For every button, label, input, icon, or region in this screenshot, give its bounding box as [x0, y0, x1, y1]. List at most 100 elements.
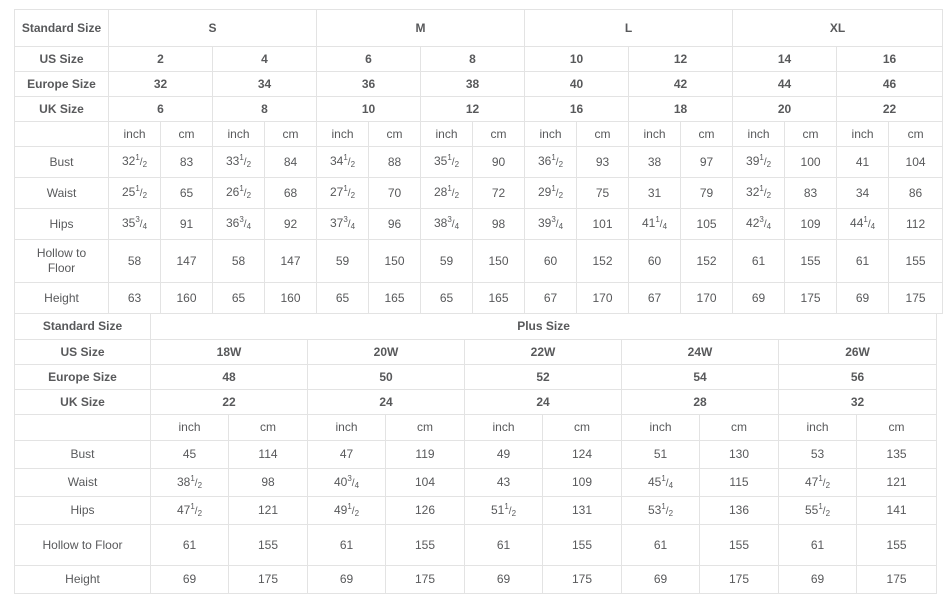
measurement-value-cm: 155 [784, 239, 838, 283]
measurement-label: Hips [14, 208, 109, 240]
europe-size-cell: 38 [420, 71, 526, 97]
measurement-value-inch: 58 [108, 239, 161, 283]
measurement-value-inch: 383/4 [420, 208, 474, 240]
us-size-cell: 12 [628, 46, 734, 72]
measurement-value-cm: 90 [472, 146, 526, 178]
plus-unit-label: inch [307, 414, 386, 441]
measurement-value-inch: 281/2 [420, 177, 474, 209]
measurement-value-inch: 451/4 [621, 468, 700, 497]
plus-unit-label: cm [699, 414, 779, 441]
measurement-label: Hollow to Floor [14, 524, 151, 566]
measurement-row: Hollow to Floor 61 155 61 155 61 155 61 155 61 155 [14, 524, 938, 566]
measurement-value-inch: 373/4 [316, 208, 370, 240]
measurement-value-cm: 98 [472, 208, 526, 240]
row-header-standard-size-plus: Standard Size [14, 313, 151, 340]
measurement-value-cm: 147 [263, 239, 318, 283]
plus-unit-label: inch [150, 414, 229, 441]
plus-us-size-cell: 22W [464, 339, 622, 365]
us-size-row: US Size 2 4 6 8 10 12 14 16 [14, 46, 944, 72]
measurement-value-cm: 152 [680, 239, 734, 283]
measurement-value-inch: 361/2 [524, 146, 578, 178]
plus-unit-row-blank [14, 414, 151, 441]
measurement-value-inch: 38 [628, 146, 682, 178]
plus-uk-size-cell: 24 [307, 389, 465, 415]
measurement-value-inch: 43 [464, 468, 543, 497]
measurement-value-cm: 96 [368, 208, 422, 240]
us-size-cell: 2 [108, 46, 213, 72]
measurement-value-cm: 88 [368, 146, 422, 178]
measurement-value-cm: 165 [472, 282, 526, 314]
plus-unit-label: cm [385, 414, 465, 441]
measurement-row: Waist 381/2 98 403/4 104 43 109 451/4 115 471/2 12… [14, 468, 938, 497]
measurement-value-inch: 65 [212, 282, 265, 314]
europe-size-cell: 34 [211, 71, 318, 97]
measurement-value-inch: 341/2 [316, 146, 370, 178]
measurement-value-cm: 130 [699, 440, 779, 469]
measurement-value-inch: 69 [464, 565, 543, 594]
measurement-value-inch: 391/2 [732, 146, 786, 178]
plus-uk-size-cell: 22 [150, 389, 308, 415]
unit-label: cm [160, 121, 213, 147]
size-chart-root: Standard Size S M L XL US Size 2 4 6 8 1… [14, 9, 944, 594]
uk-size-row: UK Size 6 8 10 12 16 18 20 22 [14, 96, 944, 122]
measurement-value-cm: 68 [263, 177, 318, 209]
measurement-value-inch: 34 [836, 177, 890, 209]
measurement-value-cm: 175 [784, 282, 838, 314]
measurement-value-cm: 121 [855, 468, 938, 497]
measurement-value-inch: 381/2 [150, 468, 229, 497]
measurement-value-inch: 61 [732, 239, 786, 283]
measurement-value-cm: 83 [160, 146, 213, 178]
measurement-value-inch: 471/2 [778, 468, 857, 497]
measurement-value-inch: 61 [464, 524, 543, 566]
europe-size-row: Europe Size 32 34 36 38 40 42 44 46 [14, 71, 944, 97]
measurement-row: Bust 321/2 83 331/2 84 341/2 88 351/2 90 361/2 93 3… [14, 146, 944, 178]
unit-label: inch [316, 121, 370, 147]
europe-size-cell: 40 [524, 71, 630, 97]
measurement-row: Bust 45 114 47 119 49 124 51 130 53 135 [14, 440, 938, 469]
measurement-value-inch: 403/4 [307, 468, 386, 497]
uk-size-cell: 12 [420, 96, 526, 122]
unit-label: cm [680, 121, 734, 147]
measurement-value-cm: 131 [542, 496, 622, 525]
measurement-value-cm: 98 [228, 468, 308, 497]
measurement-value-inch: 69 [778, 565, 857, 594]
measurement-value-cm: 84 [263, 146, 318, 178]
unit-label: cm [576, 121, 630, 147]
measurement-value-cm: 112 [888, 208, 944, 240]
measurement-value-cm: 160 [263, 282, 318, 314]
measurement-label: Hollow to Floor [14, 239, 109, 283]
plus-europe-size-cell: 56 [777, 364, 938, 390]
measurement-value-cm: 104 [385, 468, 465, 497]
unit-label: inch [836, 121, 890, 147]
measurement-value-cm: 155 [888, 239, 944, 283]
measurement-value-inch: 53 [778, 440, 857, 469]
standard-size-table: Standard Size S M L XL US Size 2 4 6 8 1… [14, 9, 944, 314]
measurement-value-inch: 411/4 [628, 208, 682, 240]
measurement-value-inch: 61 [836, 239, 890, 283]
measurement-value-inch: 59 [420, 239, 474, 283]
us-size-cell: 8 [420, 46, 526, 72]
plus-us-size-cell: 18W [150, 339, 308, 365]
measurement-value-inch: 551/2 [778, 496, 857, 525]
measurement-value-inch: 65 [420, 282, 474, 314]
measurement-value-cm: 175 [699, 565, 779, 594]
plus-unit-label: cm [542, 414, 622, 441]
measurement-value-inch: 59 [316, 239, 370, 283]
measurement-row: Height 69 175 69 175 69 175 69 175 69 175 [14, 565, 938, 594]
europe-size-cell: 44 [732, 71, 838, 97]
measurement-value-inch: 45 [150, 440, 229, 469]
measurement-value-cm: 170 [680, 282, 734, 314]
plus-standard-size-header-row: Standard Size Plus Size [14, 313, 938, 340]
measurement-value-inch: 67 [628, 282, 682, 314]
unit-label: cm [472, 121, 526, 147]
measurement-value-inch: 321/2 [108, 146, 161, 178]
measurement-value-inch: 60 [524, 239, 578, 283]
plus-uk-size-cell: 28 [621, 389, 779, 415]
measurement-value-cm: 65 [160, 177, 213, 209]
measurement-value-cm: 109 [784, 208, 838, 240]
plus-us-size-row: US Size 18W 20W 22W 24W 26W [14, 339, 938, 365]
row-header-standard-size: Standard Size [14, 9, 109, 47]
measurement-value-cm: 92 [263, 208, 318, 240]
unit-label: inch [732, 121, 786, 147]
plus-us-size-cell: 20W [307, 339, 465, 365]
